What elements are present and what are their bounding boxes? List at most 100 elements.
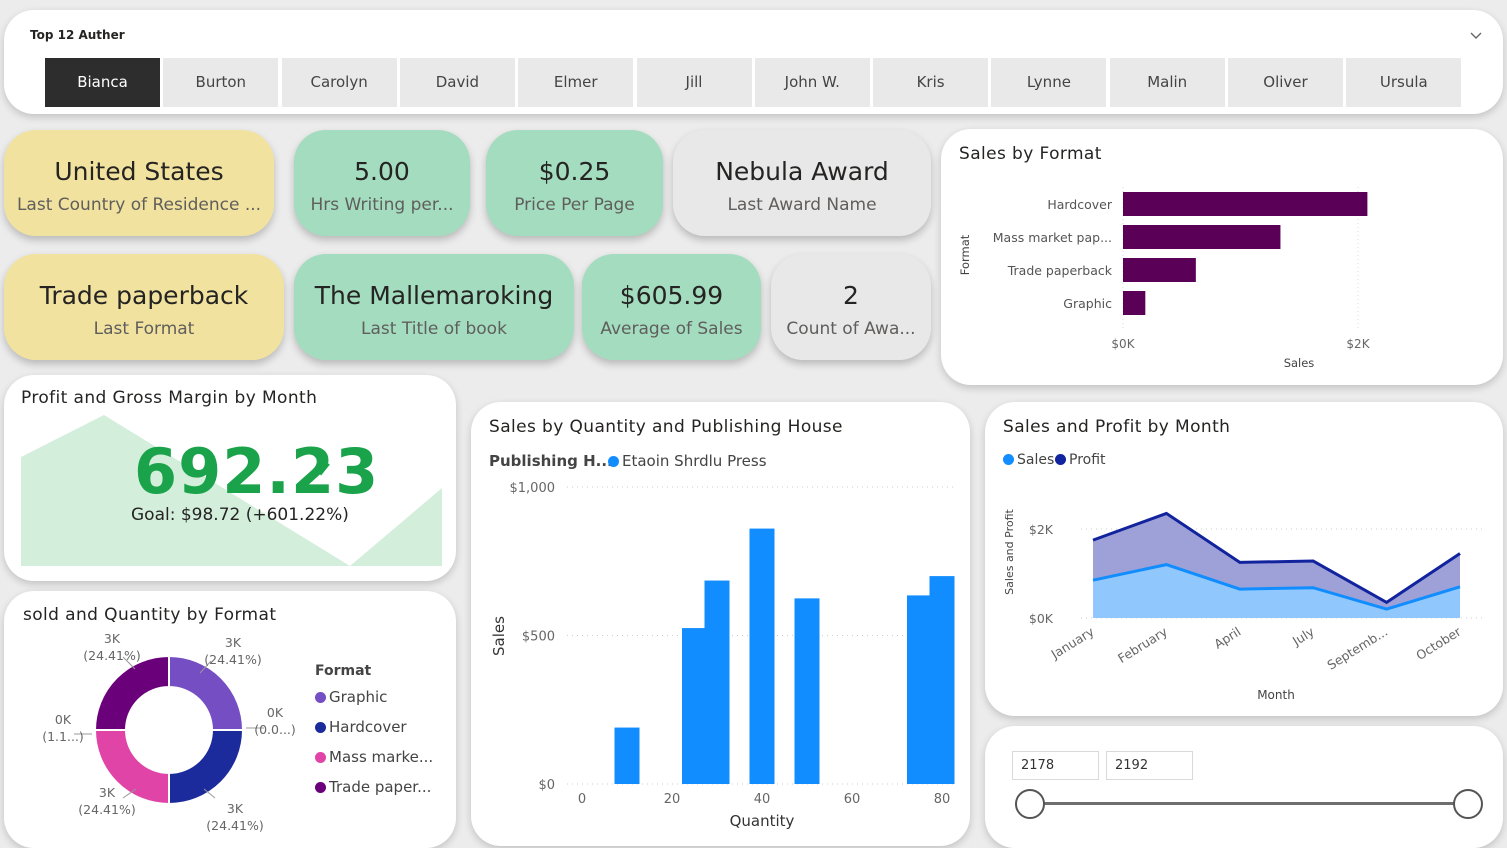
- author-button-jill[interactable]: Jill: [636, 58, 752, 107]
- bar-hardcover: [1123, 192, 1368, 216]
- format-legend-title: Format: [315, 663, 372, 679]
- legend-label: Hardcover: [329, 718, 407, 736]
- donut-data-label-value: 0K: [267, 705, 284, 720]
- donut-data-label-pct: (1.1...): [42, 729, 84, 744]
- x-tick-label: July: [1289, 624, 1317, 649]
- card-value: Nebula Award: [715, 157, 889, 186]
- sold-quantity-panel: sold and Quantity by Format 3K (24.41%) 3K…: [4, 591, 456, 848]
- donut-data-label-pct: (24.41%): [78, 802, 135, 817]
- legend-item-graphic[interactable]: Graphic: [315, 688, 387, 706]
- author-button-john-w[interactable]: John W.: [754, 58, 870, 107]
- category-label: Mass market pap...: [993, 230, 1112, 245]
- y-tick-label: $0: [538, 778, 555, 793]
- y-tick-label: $0K: [1029, 611, 1054, 626]
- author-button-lynne[interactable]: Lynne: [991, 58, 1107, 107]
- author-slicer-title: Top 12 Auther: [30, 28, 125, 42]
- range-track[interactable]: [1030, 802, 1468, 805]
- range-handle-max[interactable]: [1453, 789, 1483, 819]
- bar: [614, 727, 640, 784]
- card-label: Last Format: [93, 319, 195, 339]
- bar: [907, 595, 932, 784]
- profit-margin-panel: Profit and Gross Margin by Month 692.23 …: [4, 375, 456, 581]
- card-value: $0.25: [538, 157, 611, 186]
- donut-data-label-value: 3K: [104, 631, 121, 646]
- sales-by-format-chart: $0K $2K Hardcover Mass market pap... Trade p…: [958, 187, 1371, 370]
- legend-item-hardcover[interactable]: Hardcover: [315, 718, 407, 736]
- author-button-kris[interactable]: Kris: [873, 58, 989, 107]
- card-label: Last Country of Residence ...: [16, 195, 262, 215]
- y-tick-label: $1,000: [510, 481, 556, 496]
- legend-dot-icon: [315, 722, 326, 733]
- donut-data-label-pct: (24.41%): [206, 818, 263, 833]
- kpi-value-text: 692.23: [134, 435, 380, 508]
- sales-by-format-panel: Sales by Format $0K $2K Hardcover Mass mark…: [941, 129, 1503, 385]
- x-tick-label: 60: [844, 792, 861, 807]
- author-button-oliver[interactable]: Oliver: [1228, 58, 1343, 107]
- kpi-value: 692.23: [134, 437, 379, 507]
- category-label: Hardcover: [1047, 197, 1113, 212]
- card-value: $605.99: [619, 281, 724, 310]
- range-slider-panel: [985, 726, 1503, 848]
- card-label: Hrs Writing per...: [310, 195, 454, 215]
- x-tick-label: 40: [754, 792, 771, 807]
- x-axis-label: Sales: [1284, 356, 1315, 370]
- card-last-format: Trade paperback Last Format: [4, 254, 284, 360]
- donut-data-label-value: 0K: [55, 712, 72, 727]
- card-hrs-writing-per: 5.00 Hrs Writing per...: [294, 130, 470, 236]
- card-value: United States: [54, 157, 224, 186]
- card-value: 2: [843, 281, 859, 310]
- card-label: Average of Sales: [600, 319, 743, 339]
- sales-profit-month-panel: Sales and Profit by Month Sales Profit $…: [985, 402, 1503, 716]
- legend-dot-icon: [315, 752, 326, 763]
- checkmark-icon: [315, 461, 331, 477]
- author-button-elmer[interactable]: Elmer: [518, 58, 634, 107]
- bar: [749, 528, 775, 784]
- bar: [682, 628, 707, 784]
- card-price-per-page: $0.25 Price Per Page: [486, 130, 663, 236]
- bar: [704, 580, 730, 784]
- card-label: Count of Awa...: [786, 319, 916, 339]
- author-button-bianca[interactable]: Bianca: [45, 58, 160, 107]
- x-axis-label: Month: [1257, 688, 1295, 702]
- author-button-carolyn[interactable]: Carolyn: [281, 58, 397, 107]
- kpi-goal: Goal: $98.72 (+601.22%): [131, 505, 349, 525]
- author-button-malin[interactable]: Malin: [1109, 58, 1225, 107]
- category-label: Graphic: [1063, 296, 1112, 311]
- category-label: Trade paperback: [1007, 263, 1113, 278]
- legend-item-mass-marke[interactable]: Mass marke...: [315, 748, 433, 766]
- legend-label: Graphic: [329, 688, 388, 706]
- range-min-input[interactable]: 2178: [1012, 751, 1099, 780]
- range-max-input[interactable]: 2192: [1106, 751, 1193, 780]
- donut-data-label-value: 3K: [99, 785, 116, 800]
- legend-item-trade-paper[interactable]: Trade paper...: [315, 778, 431, 796]
- chevron-down-icon[interactable]: [1469, 28, 1483, 42]
- sales-by-quantity-chart: $0 $500 $1,000 0 20 40 60 80 Quantity Sales: [490, 481, 955, 830]
- bar: [929, 576, 955, 784]
- card-count-of-awa: 2 Count of Awa...: [771, 254, 931, 360]
- card-value: Trade paperback: [39, 281, 249, 310]
- x-tick-label: 0: [578, 792, 586, 807]
- x-tick-label: $0K: [1111, 337, 1135, 351]
- donut-data-label-value: 3K: [225, 635, 242, 650]
- x-tick-label: October: [1413, 623, 1464, 663]
- x-tick-label: April: [1211, 624, 1243, 652]
- sales-by-quantity-panel: Sales by Quantity and Publishing House P…: [471, 402, 970, 846]
- author-button-david[interactable]: David: [399, 58, 515, 107]
- card-value: 5.00: [354, 157, 410, 186]
- y-axis-label: Format: [958, 234, 972, 275]
- range-handle-min[interactable]: [1015, 789, 1045, 819]
- bar-mass-market-pap: [1123, 225, 1281, 249]
- card-label: Last Title of book: [361, 319, 507, 339]
- x-axis-label: Quantity: [730, 812, 795, 830]
- donut-slice-hardcover: [168, 729, 245, 806]
- legend-label: Trade paper...: [329, 778, 432, 796]
- card-last-country-of-residence: United States Last Country of Residence .…: [4, 130, 274, 236]
- y-tick-label: $2K: [1029, 522, 1054, 537]
- donut-data-label-pct: (0.0...): [254, 722, 296, 737]
- bar-graphic: [1123, 291, 1146, 315]
- donut-data-label-pct: (24.41%): [204, 652, 261, 667]
- bar: [794, 598, 820, 784]
- author-button-ursula[interactable]: Ursula: [1346, 58, 1462, 107]
- author-button-burton[interactable]: Burton: [163, 58, 279, 107]
- x-tick-label: February: [1115, 624, 1170, 666]
